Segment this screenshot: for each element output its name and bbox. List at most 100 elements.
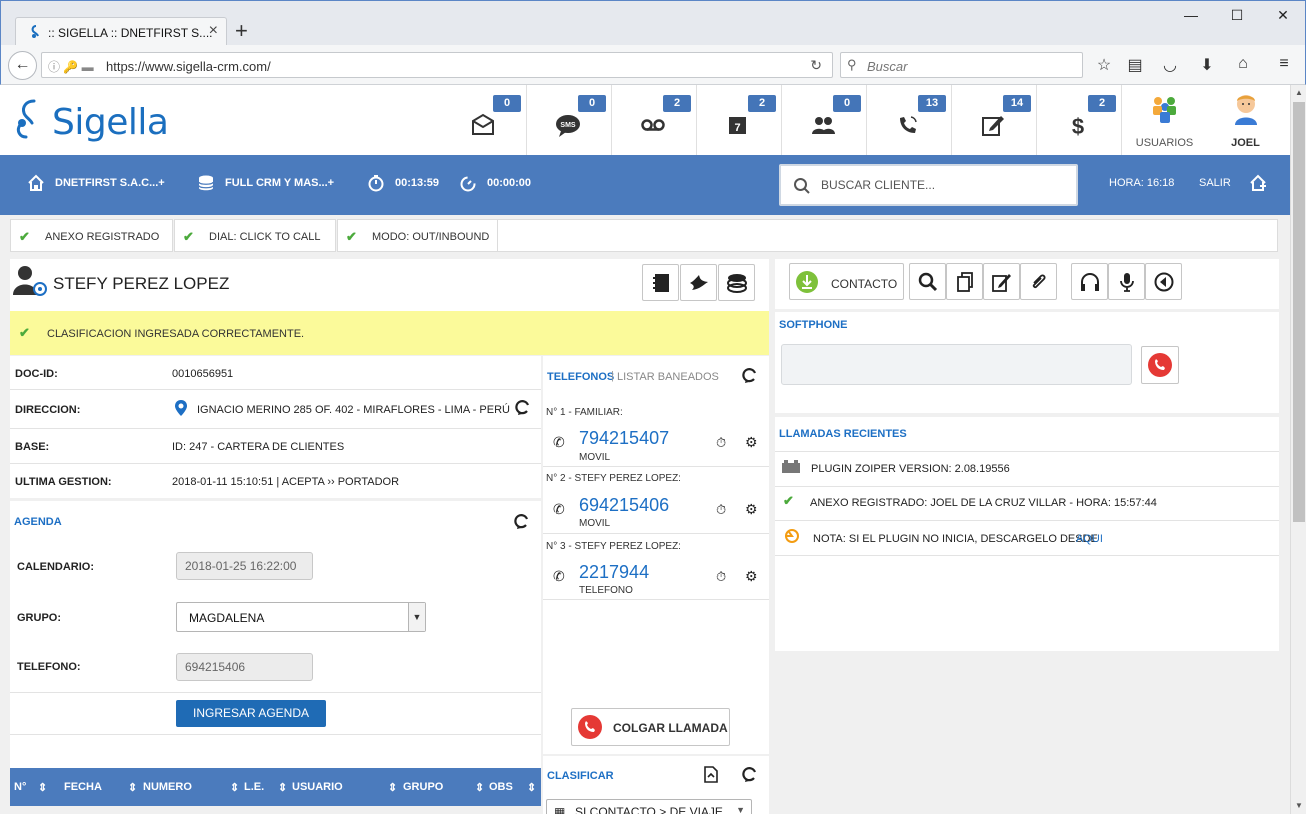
refresh-icon[interactable] — [514, 513, 530, 529]
new-tab-icon[interactable]: + — [235, 20, 248, 42]
tab-close-icon[interactable]: × — [209, 22, 218, 40]
client-header: STEFY PEREZ LOPEZ — [10, 259, 769, 311]
phone-number-link[interactable]: 794215407 — [579, 428, 669, 449]
page-scrollbar[interactable]: ▲ ▼ — [1290, 85, 1306, 814]
copy-button[interactable] — [946, 263, 983, 300]
user-name-label: JOEL — [1231, 137, 1260, 149]
browser-search-bar[interactable]: ⚲ Buscar — [840, 52, 1083, 78]
header-messages[interactable]: 0 — [442, 85, 527, 155]
url-bar[interactable]: ⓘ 🔑 ▬ https://www.sigella-crm.com/ ↻ — [41, 52, 833, 78]
logout-link[interactable]: SALIR — [1199, 177, 1231, 189]
grupo-select[interactable]: MAGDALENA ▼ — [176, 602, 426, 632]
header-profile[interactable]: JOEL — [1203, 85, 1288, 155]
edit-button[interactable] — [983, 263, 1020, 300]
sort-icon[interactable]: ⇕ — [38, 781, 47, 794]
chevron-down-icon[interactable]: ▼ — [408, 603, 425, 631]
sort-icon[interactable]: ⇕ — [128, 781, 137, 794]
clasificar-select[interactable]: ▦ SI CONTACTO > DE VIAJE ▼ — [546, 799, 752, 814]
headset-button[interactable] — [1071, 263, 1108, 300]
header-sms[interactable]: 0 SMS — [527, 85, 612, 155]
telefonos-title[interactable]: TELEFONOS — [547, 371, 614, 383]
microphone-button[interactable] — [1108, 263, 1145, 300]
sort-icon[interactable]: ⇕ — [527, 781, 536, 794]
database-stack-button[interactable] — [718, 264, 755, 301]
avatar — [1235, 95, 1257, 125]
sort-icon[interactable]: ⇕ — [230, 781, 239, 794]
telefono-input[interactable]: 694215406 — [176, 653, 313, 681]
calendario-input[interactable]: 2018-01-25 16:22:00 — [176, 552, 313, 580]
scroll-thumb[interactable] — [1293, 102, 1305, 522]
gear-icon[interactable]: ⚙ — [745, 568, 758, 585]
back-button[interactable]: ← — [8, 51, 37, 80]
phone-number-link[interactable]: 2217944 — [579, 562, 649, 583]
dollar-icon: $ — [1072, 114, 1084, 138]
attach-button[interactable] — [1020, 263, 1057, 300]
browser-tab[interactable]: :: SIGELLA :: DNETFIRST S.... × — [15, 17, 227, 46]
url-text[interactable]: https://www.sigella-crm.com/ — [106, 59, 271, 74]
bookmark-star-icon[interactable]: ☆ — [1093, 55, 1115, 75]
reload-icon[interactable]: ↻ — [810, 57, 822, 74]
window-close-icon[interactable]: ✕ — [1273, 7, 1293, 24]
calendar-icon: 7 — [729, 117, 746, 134]
database-selector[interactable]: FULL CRM Y MAS...+ — [225, 177, 334, 189]
col-header-numero[interactable]: NUMERO — [143, 781, 192, 793]
col-header-usuario[interactable]: USUARIO — [292, 781, 343, 793]
menu-icon[interactable]: ≡ — [1273, 55, 1295, 73]
header-users[interactable]: USUARIOS — [1122, 85, 1207, 155]
colgar-llamada-button[interactable]: COLGAR LLAMADA — [571, 708, 730, 746]
timer-icon[interactable]: ⏱ — [716, 502, 726, 518]
back-call-button[interactable] — [1145, 263, 1182, 300]
send-bird-button[interactable] — [680, 264, 717, 301]
maximize-icon[interactable]: ☐ — [1227, 7, 1247, 24]
header-voicemail[interactable]: 2 — [612, 85, 697, 155]
home-icon[interactable]: ⌂ — [1232, 55, 1254, 73]
phone-handset-icon: ✆ — [553, 501, 565, 517]
header-calendar[interactable]: 2 7 — [697, 85, 782, 155]
col-header-le[interactable]: L.E. — [244, 781, 264, 793]
status-modo: ✔ MODO: OUT/INBOUND — [337, 219, 498, 252]
timer-icon[interactable]: ⏱ — [716, 569, 726, 585]
site-info-icon[interactable]: ⓘ 🔑 ▬ — [48, 58, 94, 75]
refresh-icon[interactable] — [742, 766, 758, 782]
client-search-input[interactable]: BUSCAR CLIENTE... — [779, 164, 1078, 206]
listar-baneados-link[interactable]: LISTAR BANEADOS — [617, 371, 719, 383]
header-contacts[interactable]: 0 — [782, 85, 867, 155]
logout-home-icon[interactable] — [1249, 174, 1267, 192]
notebook-button[interactable] — [642, 264, 679, 301]
phone-number-link[interactable]: 694215406 — [579, 495, 669, 516]
download-link[interactable]: AQUI — [1076, 533, 1103, 545]
softphone-dial-input[interactable] — [781, 344, 1132, 385]
reading-list-icon[interactable]: ▤ — [1124, 55, 1146, 75]
header-notes[interactable]: 14 — [952, 85, 1037, 155]
sort-icon[interactable]: ⇕ — [388, 781, 397, 794]
sort-icon[interactable]: ⇕ — [475, 781, 484, 794]
scroll-down-icon[interactable]: ▼ — [1291, 798, 1306, 814]
clasificar-panel: CLASIFICAR ▦ SI CONTACTO > DE VIAJE ▼ — [543, 756, 769, 814]
ingresar-agenda-button[interactable]: INGRESAR AGENDA — [176, 700, 326, 727]
document-icon[interactable] — [704, 766, 718, 783]
download-icon[interactable]: ⬇ — [1196, 55, 1218, 75]
col-header-grupo[interactable]: GRUPO — [403, 781, 443, 793]
company-selector[interactable]: DNETFIRST S.A.C...+ — [55, 177, 165, 189]
softphone-hangup-button[interactable] — [1141, 346, 1179, 384]
refresh-icon[interactable] — [742, 367, 758, 383]
col-header-obs[interactable]: OBS — [489, 781, 513, 793]
sms-count-badge: 0 — [578, 95, 606, 112]
header-billing[interactable]: 2 $ — [1037, 85, 1122, 155]
chevron-down-icon[interactable]: ▼ — [736, 805, 745, 814]
header-calls[interactable]: 13 — [867, 85, 952, 155]
sigella-logo[interactable]: Sigella — [12, 95, 169, 143]
telefono-label: TELEFONO: — [17, 661, 81, 673]
minimize-icon[interactable]: — — [1181, 7, 1201, 23]
scroll-up-icon[interactable]: ▲ — [1291, 85, 1306, 101]
sort-icon[interactable]: ⇕ — [278, 781, 287, 794]
pocket-icon[interactable]: ◡ — [1159, 55, 1181, 75]
search-button[interactable] — [909, 263, 946, 300]
refresh-icon[interactable] — [515, 399, 531, 415]
contacto-button[interactable]: CONTACTO — [789, 263, 904, 300]
col-header-n[interactable]: N° — [14, 781, 26, 793]
gear-icon[interactable]: ⚙ — [745, 434, 758, 451]
gear-icon[interactable]: ⚙ — [745, 501, 758, 518]
col-header-fecha[interactable]: FECHA — [64, 781, 102, 793]
timer-icon[interactable]: ⏱ — [716, 435, 726, 451]
